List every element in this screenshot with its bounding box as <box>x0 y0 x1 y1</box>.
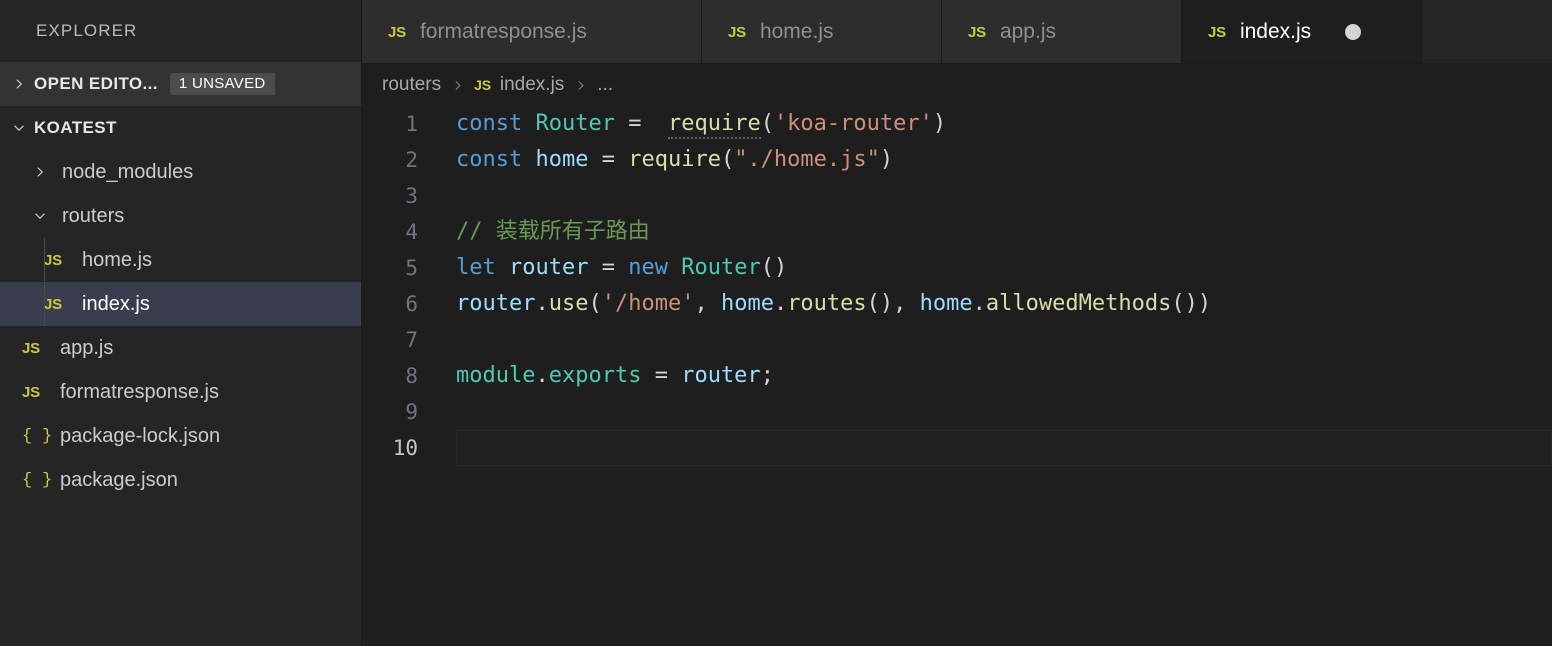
code-line[interactable]: 9 <box>362 394 1552 430</box>
unsaved-count-badge: 1 UNSAVED <box>169 73 275 95</box>
line-number: 8 <box>405 364 418 388</box>
tab-index-js[interactable]: JS index.js <box>1182 0 1422 63</box>
explorer-sidebar: EXPLORER OPEN EDITO... 1 UNSAVED KOATEST… <box>0 0 362 646</box>
line-number: 5 <box>405 256 418 280</box>
tab-label: home.js <box>759 20 834 43</box>
code-line[interactable]: 4 // 装载所有子路由 <box>362 214 1552 250</box>
breadcrumb-file-label: index.js <box>499 74 565 95</box>
section-workspace-koatest[interactable]: KOATEST <box>0 106 361 150</box>
chevron-right-icon[interactable] <box>26 165 54 179</box>
js-file-icon: JS <box>388 23 406 41</box>
tab-label: app.js <box>999 20 1056 43</box>
line-number: 4 <box>405 220 418 244</box>
line-number: 1 <box>405 112 418 136</box>
vscode-window: EXPLORER OPEN EDITO... 1 UNSAVED KOATEST… <box>0 0 1552 646</box>
line-number: 7 <box>405 328 418 352</box>
indent-guide <box>44 282 45 326</box>
json-file-icon: { } <box>22 470 53 490</box>
unsaved-indicator-icon[interactable] <box>1345 24 1362 40</box>
line-number: 3 <box>405 184 418 208</box>
js-file-icon: JS <box>22 339 40 357</box>
breadcrumb-folder[interactable]: routers <box>382 74 441 96</box>
explorer-title: EXPLORER <box>0 0 361 62</box>
section-open-editors[interactable]: OPEN EDITO... 1 UNSAVED <box>0 62 361 106</box>
breadcrumb-symbol-overflow[interactable]: ... <box>597 74 613 96</box>
tab-formatresponse-js[interactable]: JS formatresponse.js <box>362 0 702 63</box>
tree-item-label: home.js <box>82 248 153 271</box>
code-line-active[interactable]: 10 <box>362 430 1552 466</box>
js-file-icon: JS <box>968 23 986 41</box>
code-line[interactable]: 7 <box>362 322 1552 358</box>
tree-item-label: app.js <box>60 336 114 359</box>
line-number: 9 <box>405 400 418 424</box>
json-file-icon: { } <box>22 426 53 446</box>
breadcrumb-file[interactable]: JS index.js <box>474 74 564 96</box>
line-number: 2 <box>405 148 418 172</box>
line-content: let router = new Router() <box>456 255 788 280</box>
open-editors-label: OPEN EDITO... <box>34 74 158 93</box>
current-line-highlight <box>456 430 1552 466</box>
tree-item-home-js[interactable]: JS home.js <box>0 238 361 282</box>
tree-item-package-json[interactable]: { } package.json <box>0 458 361 502</box>
js-file-icon: JS <box>1208 23 1226 41</box>
tree-item-formatresponse-js[interactable]: JS formatresponse.js <box>0 370 361 414</box>
breadcrumb: routers JS index.js ... <box>362 64 1552 106</box>
js-file-icon: JS <box>44 295 62 313</box>
chevron-right-icon <box>451 79 464 92</box>
tree-item-label: package.json <box>60 468 178 491</box>
line-number: 6 <box>405 292 418 316</box>
editor-tab-bar: JS formatresponse.js JS home.js JS app.j… <box>362 0 1552 64</box>
chevron-right-icon <box>574 79 587 92</box>
tree-item-routers[interactable]: routers <box>0 194 361 238</box>
line-content: const Router = require('koa-router') <box>428 106 1552 142</box>
tree-item-label: formatresponse.js <box>60 380 219 403</box>
code-editor[interactable]: 1 const Router = require('koa-router') 2… <box>362 106 1552 646</box>
line-content: router.use('/home', home.routes(), home.… <box>456 291 1212 316</box>
tab-home-js[interactable]: JS home.js <box>702 0 942 63</box>
code-line[interactable]: 6 router.use('/home', home.routes(), hom… <box>362 286 1552 322</box>
chevron-down-icon[interactable] <box>26 209 54 223</box>
code-line[interactable]: 8 module.exports = router; <box>362 358 1552 394</box>
js-file-icon: JS <box>474 77 491 93</box>
tree-item-app-js[interactable]: JS app.js <box>0 326 361 370</box>
editor-group: JS formatresponse.js JS home.js JS app.j… <box>362 0 1552 646</box>
tree-item-label: node_modules <box>62 160 194 183</box>
workspace-label: KOATEST <box>34 118 117 137</box>
chevron-right-icon[interactable] <box>4 77 34 91</box>
tab-app-js[interactable]: JS app.js <box>942 0 1182 63</box>
js-file-icon: JS <box>44 251 62 269</box>
line-content: // 装载所有子路由 <box>456 219 650 244</box>
code-line[interactable]: 1 const Router = require('koa-router') <box>362 106 1552 142</box>
tab-bar-empty-space <box>1422 0 1552 63</box>
tree-item-index-js[interactable]: JS index.js <box>0 282 361 326</box>
js-file-icon: JS <box>728 23 746 41</box>
code-line[interactable]: 2 const home = require("./home.js") <box>362 142 1552 178</box>
tab-label: formatresponse.js <box>419 20 587 43</box>
line-content: const home = require("./home.js") <box>456 147 894 172</box>
js-file-icon: JS <box>22 383 40 401</box>
indent-guide <box>44 238 45 282</box>
tree-item-label: routers <box>62 204 125 227</box>
code-line[interactable]: 5 let router = new Router() <box>362 250 1552 286</box>
tree-item-node_modules[interactable]: node_modules <box>0 150 361 194</box>
code-line[interactable]: 3 <box>362 178 1552 214</box>
tree-item-label: index.js <box>82 292 150 315</box>
chevron-down-icon[interactable] <box>4 121 34 135</box>
tree-item-package-lock-json[interactable]: { } package-lock.json <box>0 414 361 458</box>
line-content: module.exports = router; <box>456 363 774 388</box>
file-tree: node_modules routers JS home.js JS index… <box>0 150 361 502</box>
tree-item-label: package-lock.json <box>60 424 221 447</box>
line-number: 10 <box>392 436 418 460</box>
tab-label: index.js <box>1239 20 1312 43</box>
